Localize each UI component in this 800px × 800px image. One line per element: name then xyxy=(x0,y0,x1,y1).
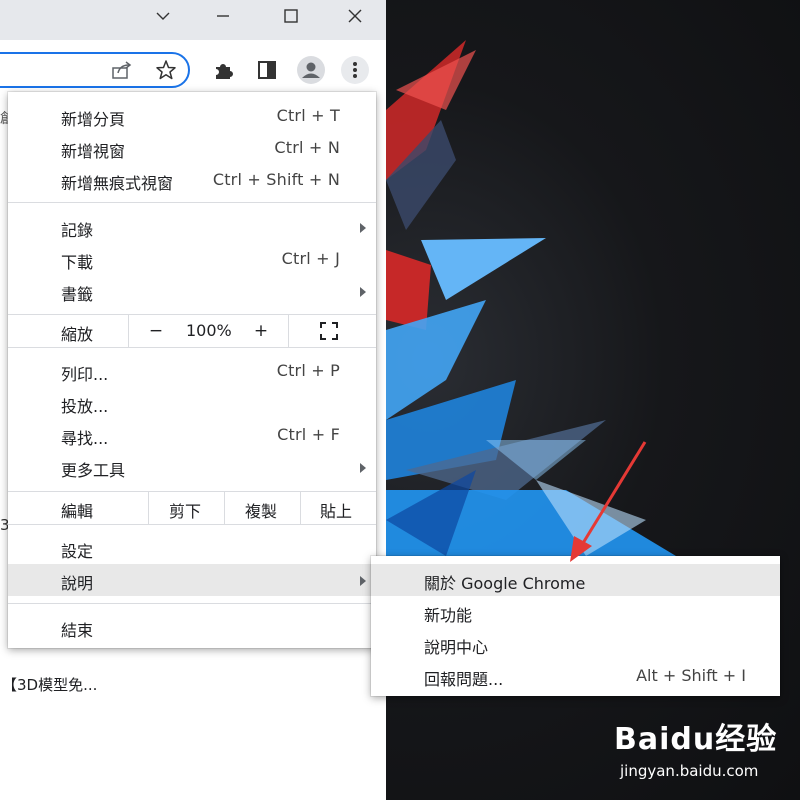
menu-item-shortcut: Ctrl + T xyxy=(276,106,340,125)
edit-divider xyxy=(148,492,149,524)
share-icon xyxy=(112,61,132,79)
menu-item-label: 下載 xyxy=(61,253,94,272)
submenu-arrow-icon xyxy=(360,463,366,473)
help-submenu: 關於 Google Chrome 新功能 說明中心 回報問題... Alt + … xyxy=(371,556,780,696)
menu-item-exit[interactable]: 結束 xyxy=(8,611,376,643)
menu-item-new-window[interactable]: 新增視窗 Ctrl + N xyxy=(8,132,376,164)
chrome-menu: 新增分頁 Ctrl + T 新增視窗 Ctrl + N 新增無痕式視窗 Ctrl… xyxy=(8,92,376,648)
edit-divider xyxy=(300,492,301,524)
zoom-level: 100% xyxy=(186,321,232,340)
submenu-arrow-icon xyxy=(360,223,366,233)
menu-separator xyxy=(8,524,376,525)
menu-item-new-incognito-window[interactable]: 新增無痕式視窗 Ctrl + Shift + N xyxy=(8,164,376,196)
extensions-icon xyxy=(216,64,233,79)
submenu-item-report-issue[interactable]: 回報問題... Alt + Shift + I xyxy=(371,660,780,692)
menu-item-label: 說明 xyxy=(61,574,94,593)
page-link[interactable]: 【3D模型免... xyxy=(2,674,97,695)
minimize-button[interactable] xyxy=(200,0,246,32)
more-menu-button[interactable] xyxy=(341,56,369,84)
submenu-item-whats-new[interactable]: 新功能 xyxy=(371,596,780,628)
menu-item-label: 書籤 xyxy=(61,285,94,304)
submenu-item-label: 回報問題... xyxy=(424,670,504,689)
menu-item-shortcut: Ctrl + Shift + N xyxy=(212,170,340,189)
tab-search-button[interactable] xyxy=(140,0,186,32)
paste-button[interactable]: 貼上 xyxy=(320,498,352,522)
share-button[interactable] xyxy=(108,56,136,84)
menu-item-more-tools[interactable]: 更多工具 xyxy=(8,451,376,483)
menu-item-find[interactable]: 尋找... Ctrl + F xyxy=(8,419,376,451)
menu-separator xyxy=(8,347,376,348)
submenu-item-shortcut: Alt + Shift + I xyxy=(636,666,746,685)
menu-item-label: 列印... xyxy=(61,365,109,384)
side-panel-button[interactable] xyxy=(253,56,281,84)
menu-item-history[interactable]: 記錄 xyxy=(8,211,376,243)
menu-item-settings[interactable]: 設定 xyxy=(8,532,376,564)
menu-separator xyxy=(8,202,376,203)
minimize-icon xyxy=(217,15,229,17)
menu-item-label: 新增分頁 xyxy=(61,110,126,129)
side-panel-icon xyxy=(258,61,276,79)
zoom-in-button[interactable]: + xyxy=(247,319,275,343)
submenu-item-help-center[interactable]: 說明中心 xyxy=(371,628,780,660)
watermark: Baidu经验 jingyan.baidu.com xyxy=(614,714,784,784)
menu-item-label: 新增視窗 xyxy=(61,142,126,161)
submenu-item-label: 新功能 xyxy=(424,606,473,625)
menu-item-help[interactable]: 說明 xyxy=(8,564,376,596)
menu-item-label: 記錄 xyxy=(61,221,94,240)
menu-item-shortcut: Ctrl + N xyxy=(274,138,340,157)
menu-item-label: 投放... xyxy=(61,397,109,416)
more-vertical-icon xyxy=(353,62,357,78)
browser-toolbar xyxy=(0,40,386,100)
menu-item-new-tab[interactable]: 新增分頁 Ctrl + T xyxy=(8,100,376,132)
watermark-logo: Baidu经验 xyxy=(614,722,778,757)
submenu-item-about-chrome[interactable]: 關於 Google Chrome xyxy=(371,564,780,596)
extensions-button[interactable] xyxy=(209,56,237,84)
edit-label: 編輯 xyxy=(61,502,94,521)
cut-button[interactable]: 剪下 xyxy=(169,498,201,522)
menu-item-label: 更多工具 xyxy=(61,461,126,480)
zoom-label: 縮放 xyxy=(61,325,94,344)
submenu-item-label: 說明中心 xyxy=(424,638,489,657)
zoom-divider xyxy=(128,315,129,347)
menu-item-downloads[interactable]: 下載 Ctrl + J xyxy=(8,243,376,275)
star-icon xyxy=(156,60,176,80)
menu-item-label: 尋找... xyxy=(61,429,109,448)
copy-button[interactable]: 複製 xyxy=(245,498,277,522)
fullscreen-icon[interactable] xyxy=(320,322,338,340)
title-bar xyxy=(0,0,386,40)
edit-divider xyxy=(224,492,225,524)
menu-item-label: 設定 xyxy=(61,542,94,561)
submenu-arrow-icon xyxy=(360,576,366,586)
submenu-item-label: 關於 Google Chrome xyxy=(424,574,586,593)
bookmark-star-button[interactable] xyxy=(152,56,180,84)
menu-separator xyxy=(8,603,376,604)
menu-item-label: 結束 xyxy=(61,621,94,640)
close-icon xyxy=(348,9,362,23)
menu-item-shortcut: Ctrl + F xyxy=(277,425,340,444)
chevron-down-icon xyxy=(156,12,170,20)
zoom-out-button[interactable]: − xyxy=(142,319,170,343)
menu-item-print[interactable]: 列印... Ctrl + P xyxy=(8,355,376,387)
menu-item-bookmarks[interactable]: 書籤 xyxy=(8,275,376,307)
profile-button[interactable] xyxy=(297,56,325,84)
edit-row: 編輯 剪下 複製 貼上 xyxy=(8,492,376,524)
profile-icon xyxy=(297,56,325,84)
menu-item-shortcut: Ctrl + P xyxy=(276,361,340,380)
menu-item-label: 新增無痕式視窗 xyxy=(61,174,174,193)
menu-item-cast[interactable]: 投放... xyxy=(8,387,376,419)
menu-item-shortcut: Ctrl + J xyxy=(281,249,340,268)
watermark-url: jingyan.baidu.com xyxy=(620,762,759,780)
close-button[interactable] xyxy=(332,0,378,32)
zoom-divider xyxy=(288,315,289,347)
maximize-button[interactable] xyxy=(268,0,314,32)
maximize-icon xyxy=(284,9,298,23)
zoom-row: 縮放 − 100% + xyxy=(8,315,376,347)
submenu-arrow-icon xyxy=(360,287,366,297)
